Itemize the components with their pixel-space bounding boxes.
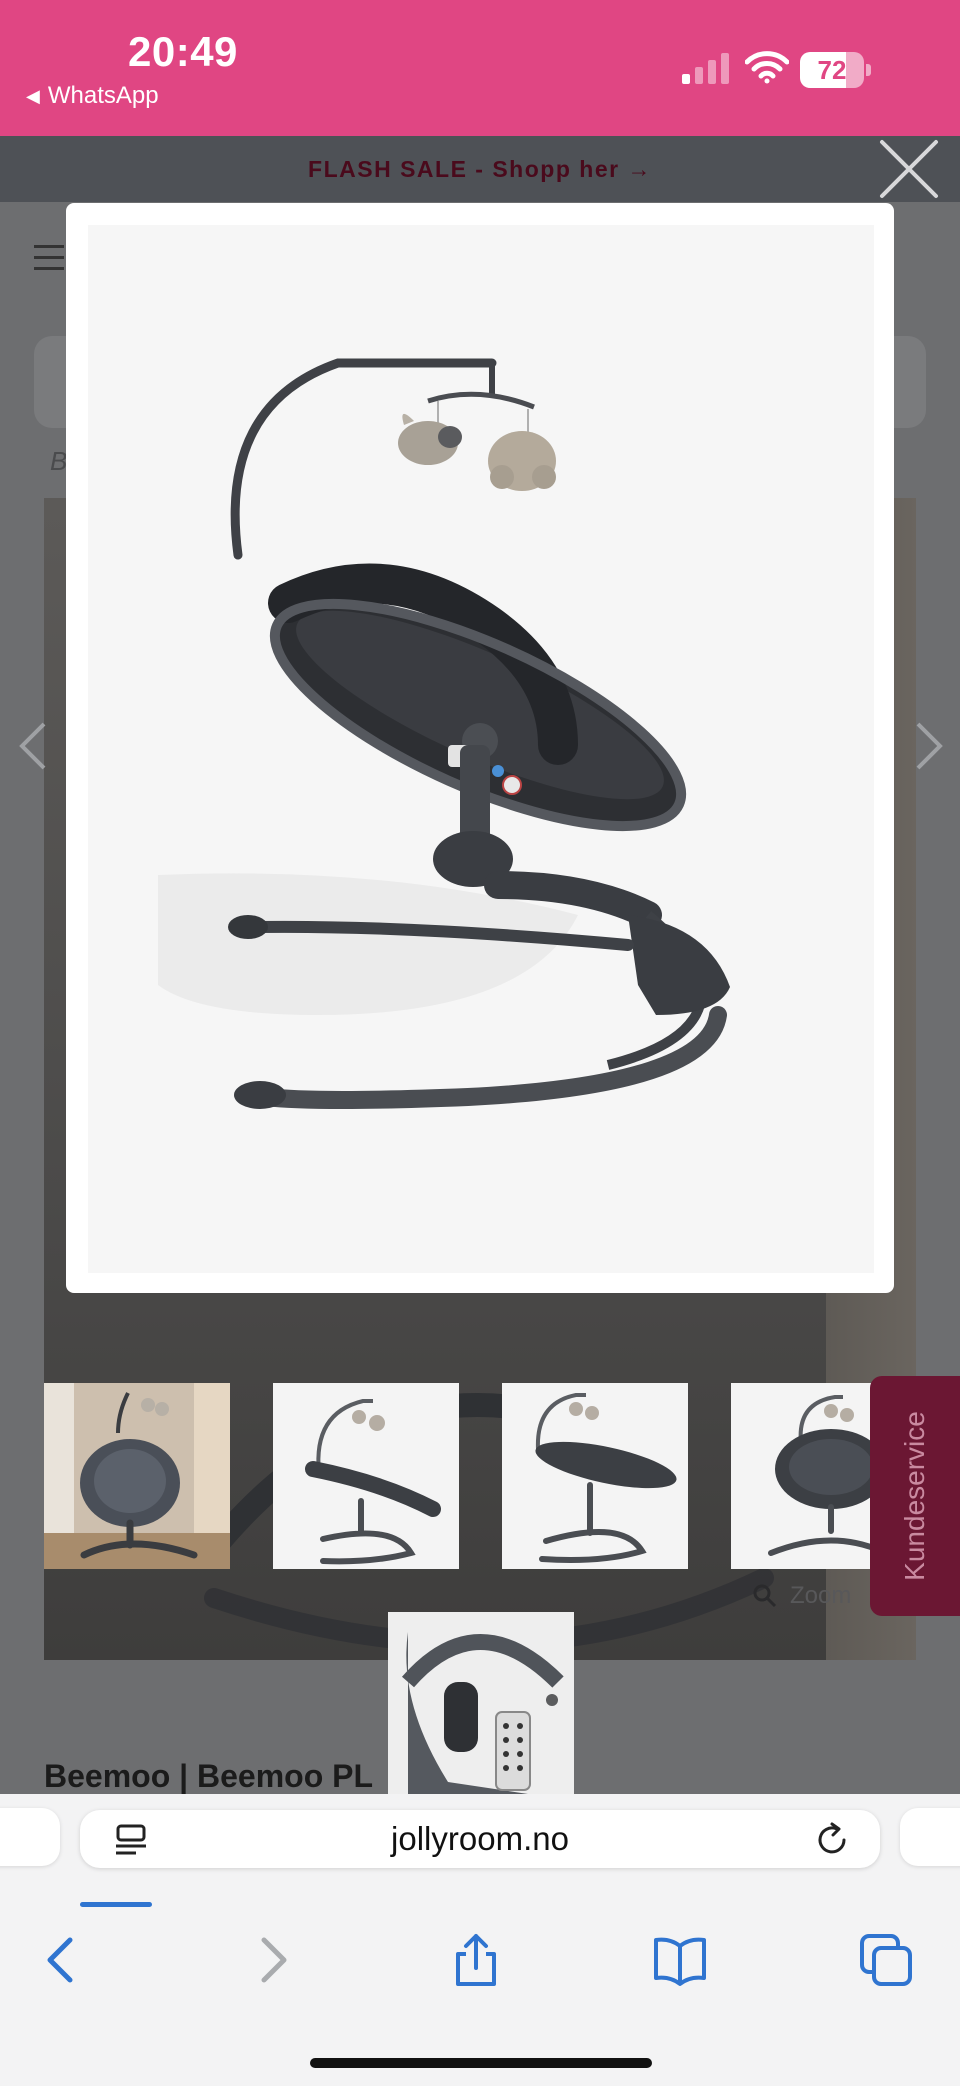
status-time: 20:49 <box>128 28 238 75</box>
breadcrumb[interactable]: B <box>50 446 67 477</box>
cellular-signal-icon <box>682 53 729 84</box>
chevron-right-icon[interactable] <box>908 716 948 776</box>
back-arrow-icon[interactable] <box>34 1932 90 1988</box>
address-bar[interactable]: jollyroom.no <box>80 1810 880 1868</box>
carousel-dots <box>546 1694 558 1706</box>
zoom-control[interactable]: Zoom <box>752 1582 851 1610</box>
previous-tab-preview[interactable] <box>0 1808 60 1866</box>
close-icon[interactable] <box>876 136 942 202</box>
forward-arrow-icon[interactable] <box>244 1932 300 1988</box>
image-lightbox <box>66 203 894 1293</box>
product-thumbnail[interactable] <box>502 1383 688 1569</box>
browser-toolbar: jollyroom.no <box>0 1794 960 2086</box>
url-text: jollyroom.no <box>391 1820 569 1857</box>
back-triangle-icon: ◀ <box>26 85 40 106</box>
magnifier-icon <box>753 1584 777 1608</box>
menu-icon[interactable] <box>34 244 68 272</box>
flash-sale-banner[interactable]: FLASH SALE - Shopp her → <box>0 136 960 202</box>
chevron-left-icon[interactable] <box>14 716 54 776</box>
product-thumbnail[interactable] <box>44 1383 230 1569</box>
share-icon[interactable] <box>448 1932 504 1988</box>
product-thumbnail[interactable] <box>273 1383 459 1569</box>
battery-indicator: 72 <box>800 52 872 88</box>
back-to-app-link[interactable]: ◀ WhatsApp <box>26 82 159 110</box>
back-app-label: WhatsApp <box>47 82 159 109</box>
enlarged-product-image[interactable] <box>88 225 874 1273</box>
next-tab-preview[interactable] <box>900 1808 960 1866</box>
battery-percent: 72 <box>817 55 847 85</box>
wifi-icon <box>745 51 789 84</box>
page-load-progress <box>80 1902 152 1907</box>
home-indicator <box>310 2058 652 2068</box>
customer-service-tab[interactable]: Kundeservice <box>870 1376 960 1616</box>
zoom-label: Zoom <box>790 1582 852 1609</box>
book-icon[interactable] <box>652 1932 708 1988</box>
product-title: Beemoo | Beemoo PL <box>44 1758 374 1794</box>
status-bar: 20:49 ◀ WhatsApp 72 <box>0 0 960 136</box>
tabs-icon[interactable] <box>858 1932 914 1988</box>
customer-service-label: Kundeservice <box>899 1411 930 1581</box>
reload-icon[interactable] <box>814 1822 850 1858</box>
